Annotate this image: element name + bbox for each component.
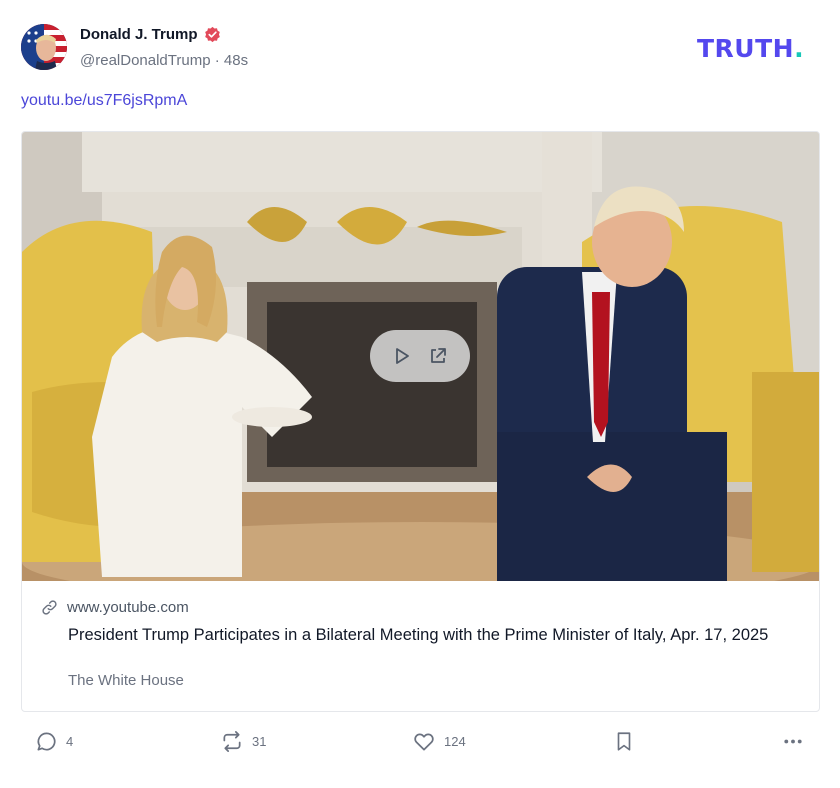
author-name-row: Donald J. Trump	[80, 26, 221, 43]
post-actions-bar: 4 31 124	[0, 730, 840, 764]
link-title[interactable]: President Trump Participates in a Bilate…	[68, 624, 798, 646]
verified-badge-icon	[204, 26, 220, 43]
link-domain: www.youtube.com	[67, 599, 189, 616]
reply-button[interactable]: 4	[35, 730, 73, 753]
retruth-button[interactable]: 31	[220, 730, 266, 753]
retruth-count: 31	[252, 734, 267, 749]
like-button[interactable]: 124	[412, 730, 466, 753]
play-icon[interactable]	[392, 346, 412, 366]
truth-logo-text: TRUTH	[697, 34, 795, 63]
link-source: The White House	[68, 672, 184, 689]
author-handle[interactable]: @realDonaldTrump	[80, 52, 211, 69]
repost-icon	[223, 731, 241, 752]
video-thumbnail[interactable]	[22, 132, 819, 581]
meta-separator: ·	[214, 52, 220, 69]
truth-logo[interactable]: TRUTH.	[697, 34, 804, 63]
link-preview-card[interactable]: www.youtube.com President Trump Particip…	[21, 131, 820, 712]
video-play-overlay[interactable]	[370, 330, 470, 382]
bookmark-icon	[617, 732, 631, 751]
external-link-icon[interactable]	[428, 346, 448, 366]
like-count: 124	[444, 734, 466, 749]
more-icon	[784, 739, 802, 744]
reply-count: 4	[66, 734, 74, 749]
heart-icon	[414, 733, 434, 751]
truth-logo-dot: .	[794, 34, 805, 63]
author-handle-row: @realDonaldTrump · 48s	[80, 52, 248, 69]
link-card-details: www.youtube.com President Trump Particip…	[22, 581, 819, 711]
link-icon	[42, 600, 57, 615]
author-display-name[interactable]: Donald J. Trump	[80, 26, 198, 43]
more-options-button[interactable]	[781, 730, 805, 753]
post-time[interactable]: 48s	[224, 52, 248, 69]
comment-icon	[37, 732, 56, 751]
post-link[interactable]: youtu.be/us7F6jsRpmA	[21, 92, 187, 110]
bookmark-button[interactable]	[613, 730, 635, 753]
link-domain-row: www.youtube.com	[41, 599, 189, 616]
post-header: Donald J. Trump @realDonaldTrump · 48s T…	[21, 24, 821, 74]
avatar[interactable]	[21, 24, 67, 70]
